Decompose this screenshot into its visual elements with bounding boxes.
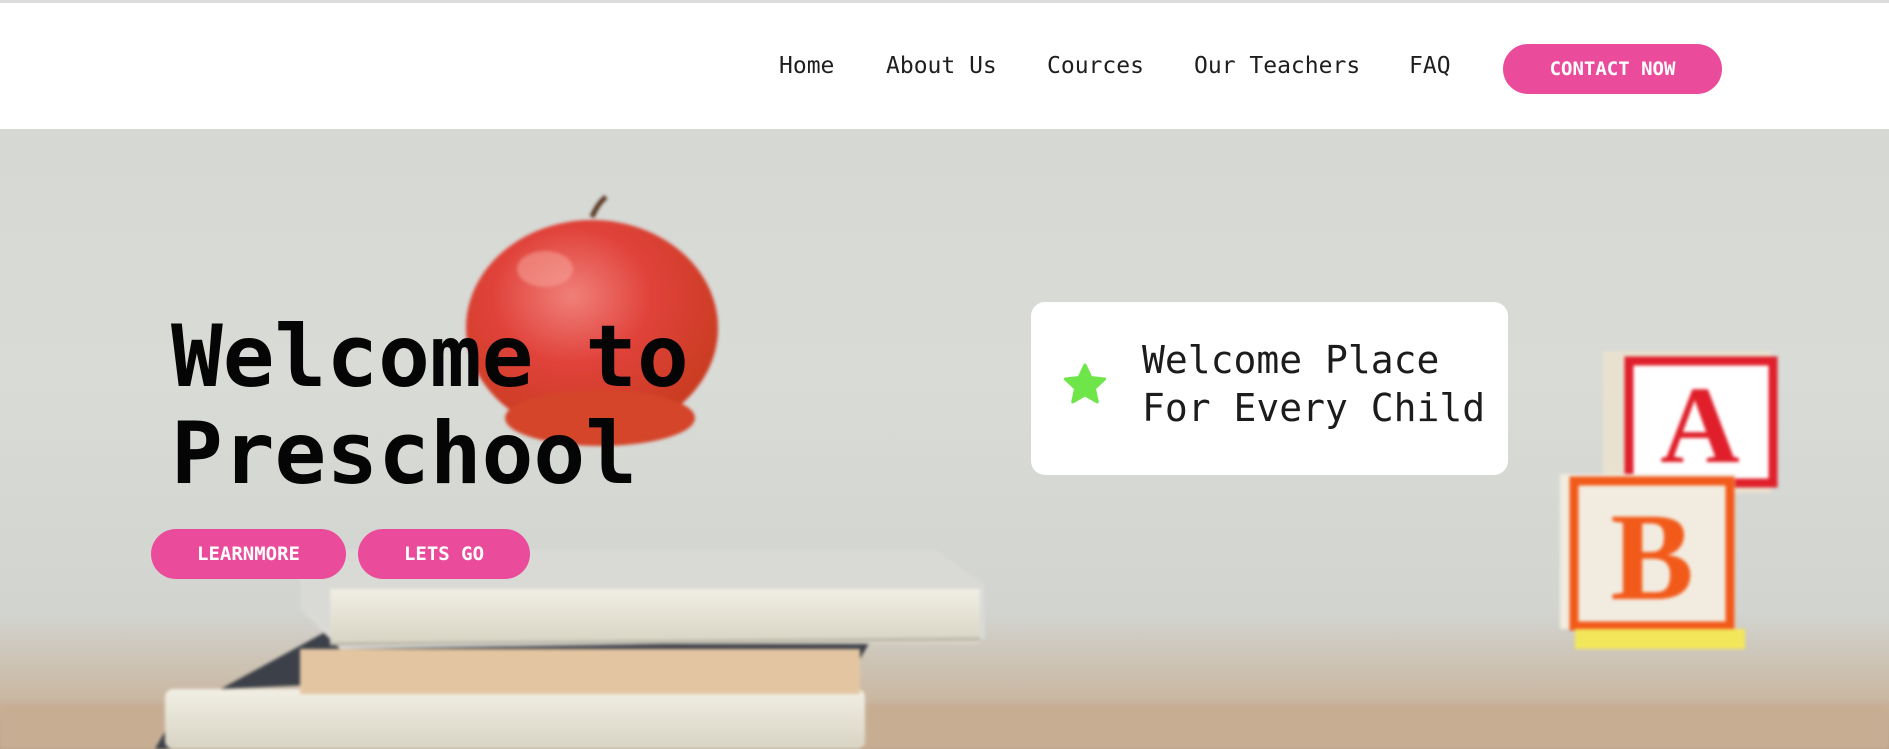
contact-now-button[interactable]: CONTACT NOW bbox=[1503, 44, 1722, 94]
welcome-card-line-2: For Every Child bbox=[1142, 386, 1486, 430]
svg-text:A: A bbox=[1660, 364, 1739, 486]
lets-go-button[interactable]: LETS GO bbox=[358, 529, 530, 579]
hero-title-line-2: Preschool bbox=[171, 404, 637, 504]
welcome-card-line-1: Welcome Place bbox=[1142, 338, 1440, 382]
hero-section: A B Welcome to Preschool LEARNMORE LETS … bbox=[0, 129, 1889, 749]
svg-text:B: B bbox=[1610, 489, 1693, 627]
hero-title-line-1: Welcome to bbox=[171, 307, 689, 407]
star-icon bbox=[1063, 363, 1107, 404]
nav-about-us[interactable]: About Us bbox=[886, 53, 997, 79]
welcome-card: Welcome Place For Every Child bbox=[1031, 302, 1508, 475]
nav-our-teachers[interactable]: Our Teachers bbox=[1194, 53, 1360, 79]
welcome-card-text: Welcome Place For Every Child bbox=[1142, 336, 1502, 432]
nav-faq[interactable]: FAQ bbox=[1409, 53, 1451, 79]
learn-more-button[interactable]: LEARNMORE bbox=[151, 529, 346, 579]
site-header: Home About Us Cources Our Teachers FAQ C… bbox=[0, 3, 1889, 129]
nav-courses[interactable]: Cources bbox=[1047, 53, 1144, 79]
hero-title: Welcome to Preschool bbox=[171, 309, 871, 503]
nav-home[interactable]: Home bbox=[779, 53, 834, 79]
